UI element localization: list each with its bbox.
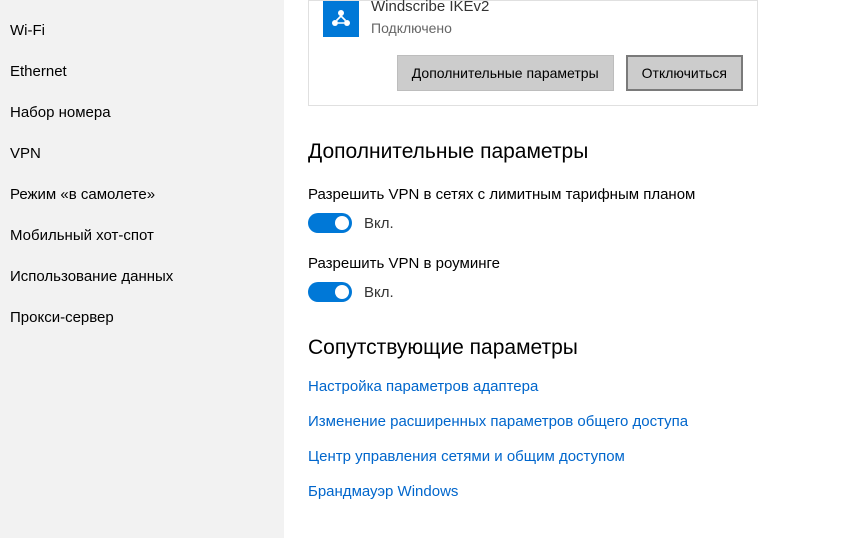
settings-sidebar: Wi-Fi Ethernet Набор номера VPN Режим «в… [0, 0, 284, 538]
toggle-state-label: Вкл. [364, 215, 394, 232]
sidebar-item-label: VPN [10, 145, 41, 162]
vpn-connection-status: Подключено [371, 20, 489, 37]
sidebar-item-label: Набор номера [10, 104, 111, 121]
sidebar-item-data-usage[interactable]: Использование данных [0, 256, 284, 297]
sidebar-item-airplane[interactable]: Режим «в самолете» [0, 174, 284, 215]
sidebar-item-vpn[interactable]: VPN [0, 133, 284, 174]
vpn-icon [323, 1, 359, 37]
toggle-vpn-metered[interactable] [308, 213, 352, 233]
sidebar-item-proxy[interactable]: Прокси-сервер [0, 297, 284, 338]
disconnect-button[interactable]: Отключиться [626, 55, 743, 91]
sidebar-item-label: Режим «в самолете» [10, 186, 155, 203]
toggle-vpn-roaming[interactable] [308, 282, 352, 302]
sidebar-item-hotspot[interactable]: Мобильный хот-спот [0, 215, 284, 256]
vpn-connection-name: Windscribe IKEv2 [371, 0, 489, 16]
section-heading-advanced: Дополнительные параметры [308, 140, 846, 164]
link-adapter-settings[interactable]: Настройка параметров адаптера [308, 378, 846, 395]
advanced-options-button[interactable]: Дополнительные параметры [397, 55, 614, 91]
sidebar-item-label: Прокси-сервер [10, 309, 114, 326]
sidebar-item-wifi[interactable]: Wi-Fi [0, 10, 284, 51]
setting-label: Разрешить VPN в роуминге [308, 255, 846, 272]
sidebar-item-label: Wi-Fi [10, 22, 45, 39]
sidebar-item-ethernet[interactable]: Ethernet [0, 51, 284, 92]
link-network-sharing-center[interactable]: Центр управления сетями и общим доступом [308, 448, 846, 465]
section-heading-related: Сопутствующие параметры [308, 336, 846, 360]
setting-vpn-metered: Разрешить VPN в сетях с лимитным тарифны… [308, 186, 846, 233]
sidebar-item-dialup[interactable]: Набор номера [0, 92, 284, 133]
related-links: Настройка параметров адаптера Изменение … [308, 378, 846, 500]
sidebar-item-label: Ethernet [10, 63, 67, 80]
sidebar-item-label: Мобильный хот-спот [10, 227, 154, 244]
setting-vpn-roaming: Разрешить VPN в роуминге Вкл. [308, 255, 846, 302]
vpn-connection-card: Windscribe IKEv2 Подключено Дополнительн… [308, 0, 758, 106]
main-panel: Windscribe IKEv2 Подключено Дополнительн… [284, 0, 846, 538]
setting-label: Разрешить VPN в сетях с лимитным тарифны… [308, 186, 846, 203]
link-windows-firewall[interactable]: Брандмауэр Windows [308, 483, 846, 500]
link-advanced-sharing[interactable]: Изменение расширенных параметров общего … [308, 413, 846, 430]
toggle-state-label: Вкл. [364, 284, 394, 301]
sidebar-item-label: Использование данных [10, 268, 173, 285]
